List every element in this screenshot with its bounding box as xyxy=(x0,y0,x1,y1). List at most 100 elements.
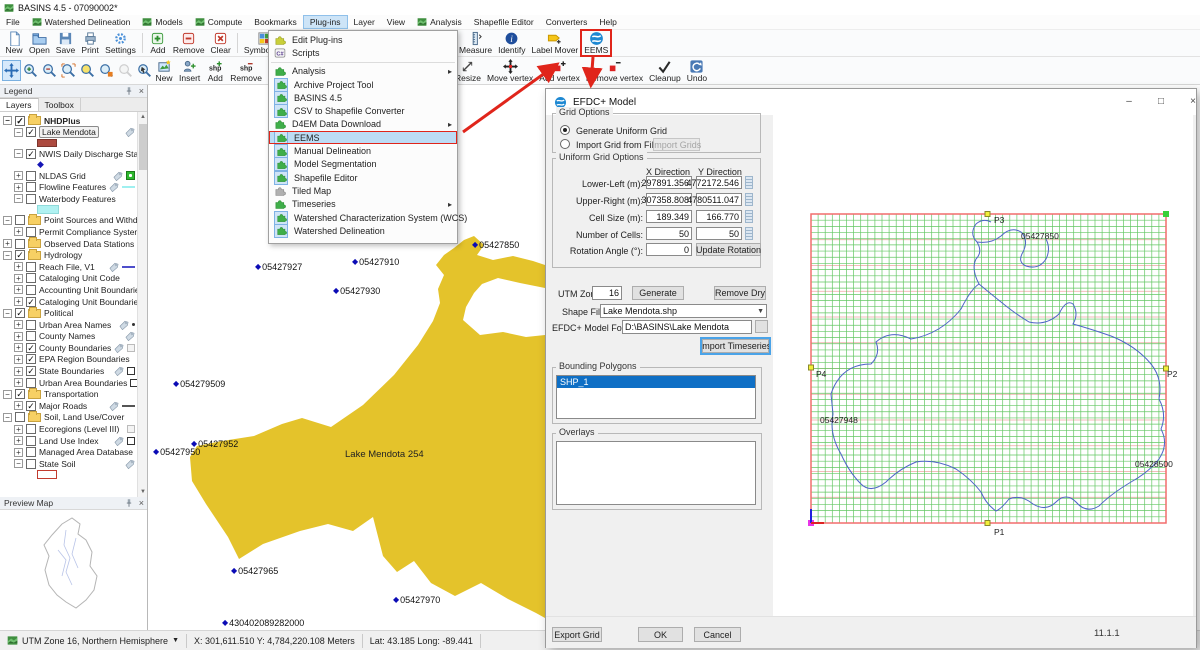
layer-checkbox[interactable] xyxy=(15,412,25,422)
shape-new-button[interactable]: New xyxy=(152,57,176,84)
cells-x-field[interactable]: 50 xyxy=(646,227,692,240)
cells-picker-button[interactable] xyxy=(745,227,753,240)
plugins-menu-item-eems[interactable]: EEMS xyxy=(269,131,457,144)
pin-icon[interactable] xyxy=(124,86,134,96)
expander-icon[interactable]: + xyxy=(14,274,23,283)
expander-icon[interactable]: + xyxy=(14,401,23,410)
expander-icon[interactable]: − xyxy=(3,413,12,422)
plugins-menu-item-timeseries[interactable]: Timeseries▸ xyxy=(269,198,457,211)
menu-watershed-delineation[interactable]: Watershed Delineation xyxy=(26,15,137,29)
expander-icon[interactable]: + xyxy=(14,297,23,306)
expander-icon[interactable]: − xyxy=(3,390,12,399)
layer-checkbox[interactable]: ✓ xyxy=(26,127,36,137)
expander-icon[interactable]: − xyxy=(3,309,12,318)
list-item-shp1[interactable]: SHP_1 xyxy=(557,376,755,388)
plugins-menu-item-d4em-data-download[interactable]: D4EM Data Download▸ xyxy=(269,118,457,131)
layer-checkbox[interactable] xyxy=(26,378,36,388)
expander-icon[interactable]: + xyxy=(14,343,23,352)
shape-add-button[interactable]: Add xyxy=(203,57,227,84)
layer-checkbox[interactable] xyxy=(26,447,36,457)
layer-checkbox[interactable] xyxy=(26,171,36,181)
menu-plug-ins[interactable]: Plug-ins xyxy=(303,15,348,29)
close-icon[interactable]: × xyxy=(139,86,144,96)
layer-checkbox[interactable] xyxy=(26,194,36,204)
expander-icon[interactable]: + xyxy=(14,171,23,180)
cancel-button[interactable]: Cancel xyxy=(694,627,741,642)
radio-import-grid[interactable] xyxy=(560,139,570,149)
menu-bookmarks[interactable]: Bookmarks xyxy=(248,15,303,29)
expander-icon[interactable]: + xyxy=(14,448,23,457)
legend-item-flowline-features[interactable]: +Flowline Features xyxy=(0,181,147,193)
cell-size-x-field[interactable]: 189.349 xyxy=(646,210,692,223)
minimize-icon[interactable]: – xyxy=(1121,94,1137,110)
layer-checkbox[interactable] xyxy=(15,239,25,249)
expander-icon[interactable]: + xyxy=(3,239,12,248)
overlays-list[interactable] xyxy=(556,441,756,505)
layer-checkbox[interactable] xyxy=(15,215,25,225)
scroll-up-icon[interactable]: ▲ xyxy=(138,112,148,122)
legend-item-state-soil[interactable]: −State Soil xyxy=(0,458,147,470)
menu-layer[interactable]: Layer xyxy=(348,15,381,29)
tab-layers[interactable]: Layers xyxy=(0,98,39,111)
pan-tool-button[interactable] xyxy=(2,60,21,81)
plugins-menu-item-scripts[interactable]: Scripts xyxy=(269,46,457,59)
expander-icon[interactable]: − xyxy=(14,459,23,468)
cells-y-field[interactable]: 50 xyxy=(696,227,742,240)
zoom-out-tool-button[interactable] xyxy=(40,60,59,81)
menu-file[interactable]: File xyxy=(0,15,26,29)
clear-button[interactable]: Clear xyxy=(208,30,234,56)
upper-right-x-field[interactable]: 307358.808 xyxy=(646,193,692,206)
plugins-menu-item-model-segmentation[interactable]: Model Segmentation xyxy=(269,158,457,171)
menu-models[interactable]: Models xyxy=(136,15,188,29)
remove-dry-button[interactable]: Remove Dry xyxy=(714,286,766,300)
expander-icon[interactable]: − xyxy=(14,194,23,203)
zoom-layer-tool-button[interactable] xyxy=(78,60,97,81)
identify-button[interactable]: Identify xyxy=(495,30,528,56)
zoom-next-tool-button[interactable] xyxy=(116,60,135,81)
menu-help[interactable]: Help xyxy=(593,15,622,29)
expander-icon[interactable]: + xyxy=(14,367,23,376)
expander-icon[interactable]: + xyxy=(14,332,23,341)
layer-checkbox[interactable] xyxy=(26,436,36,446)
expander-icon[interactable]: − xyxy=(3,251,12,260)
layer-checkbox[interactable] xyxy=(26,273,36,283)
layer-checkbox[interactable]: ✓ xyxy=(26,297,36,307)
expander-icon[interactable]: + xyxy=(14,355,23,364)
lower-left-x-field[interactable]: 297891.356 xyxy=(646,176,692,189)
open-button[interactable]: Open xyxy=(26,30,53,56)
plugins-menu-item-edit-plug-ins[interactable]: Edit Plug-ins xyxy=(269,33,457,46)
layer-checkbox[interactable]: ✓ xyxy=(15,250,25,260)
plugins-menu-item-shapefile-editor[interactable]: Shapefile Editor xyxy=(269,171,457,184)
upper-right-y-field[interactable]: 4780511.047 xyxy=(696,193,742,206)
legend-item-county-names[interactable]: +County Names xyxy=(0,331,147,343)
legend-item-major-roads[interactable]: +✓Major Roads xyxy=(0,400,147,412)
legend-scrollbar[interactable]: ▲ ▼ xyxy=(137,112,147,497)
bounding-polygons-list[interactable]: SHP_1 xyxy=(556,375,756,419)
plugins-menu-item-archive-project-tool[interactable]: Archive Project Tool xyxy=(269,78,457,91)
layer-checkbox[interactable] xyxy=(26,262,36,272)
legend-item-observed-data-stations[interactable]: +Observed Data Stations xyxy=(0,238,147,250)
plugins-menu-item-manual-delineation[interactable]: Manual Delineation xyxy=(269,144,457,157)
tab-toolbox[interactable]: Toolbox xyxy=(39,98,81,111)
layer-checkbox[interactable]: ✓ xyxy=(15,116,25,126)
expander-icon[interactable]: − xyxy=(14,149,23,158)
layer-checkbox[interactable] xyxy=(26,285,36,295)
legend-item-transportation[interactable]: −✓Transportation xyxy=(0,388,147,400)
layer-checkbox[interactable]: ✓ xyxy=(26,343,36,353)
expander-icon[interactable]: + xyxy=(14,425,23,434)
shape-remove-button[interactable]: Remove xyxy=(227,57,265,84)
eems-button[interactable]: EEMS xyxy=(581,30,611,56)
zoom-previous-tool-button[interactable] xyxy=(97,60,116,81)
expander-icon[interactable]: + xyxy=(14,285,23,294)
utm-zone-field[interactable]: 16 xyxy=(592,286,622,300)
expander-icon[interactable]: − xyxy=(3,216,12,225)
cleanup-button[interactable]: Cleanup xyxy=(646,57,684,84)
settings-button[interactable]: Settings xyxy=(102,30,139,56)
legend-item-urban-area-boundaries[interactable]: +Urban Area Boundaries xyxy=(0,377,147,389)
model-folder-field[interactable]: D:\BASINS\Lake Mendota xyxy=(622,320,752,334)
shape-file-dropdown[interactable]: Lake Mendota.shp▼ xyxy=(600,304,767,318)
layer-checkbox[interactable] xyxy=(26,182,36,192)
legend-item-political[interactable]: −✓Political xyxy=(0,307,147,319)
move-vertex-button[interactable]: Move vertex xyxy=(484,57,536,84)
layer-checkbox[interactable]: ✓ xyxy=(26,366,36,376)
